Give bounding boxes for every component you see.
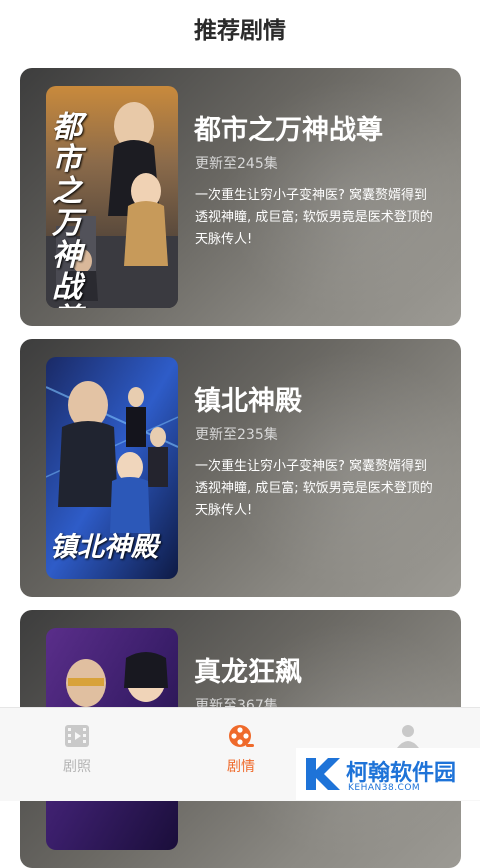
tab-label: 剧情: [227, 759, 255, 775]
drama-poster[interactable]: 都市之万神战尊: [46, 86, 178, 308]
drama-description: 一次重生让穷小子变神医? 窝囊赘婿得到透视神瞳, 成巨富; 软饭男竟是医术登顶的…: [195, 188, 433, 247]
drama-card[interactable]: 都市之万神战尊 都市之万神战尊 更新至245集 一次重生让穷小子变神医? 窝囊赘…: [20, 68, 461, 326]
poster-title-art: 镇北神殿: [50, 532, 158, 563]
drama-card[interactable]: 镇北神殿 镇北神殿 更新至235集 一次重生让穷小子变神医? 窝囊赘婿得到透视神…: [20, 339, 461, 597]
film-icon: [65, 725, 89, 747]
drama-description: 一次重生让穷小子变神医? 窝囊赘婿得到透视神瞳, 成巨富; 软饭男竟是医术登顶的…: [195, 459, 433, 518]
episode-status: 更新至245集: [195, 156, 278, 172]
episode-status: 更新至235集: [195, 427, 278, 443]
tab-plot[interactable]: 剧情: [201, 722, 281, 776]
profile-icon: [397, 725, 419, 748]
drama-title: 镇北神殿: [194, 386, 302, 417]
tab-stills[interactable]: 剧照: [37, 722, 117, 776]
watermark-url: KEHAN38.COM: [348, 783, 421, 793]
kehan-logo-icon: [306, 758, 340, 790]
site-watermark: 柯翰软件园 KEHAN38.COM: [296, 748, 480, 800]
poster-title-art: 都市之万神战尊: [52, 110, 82, 309]
page-title: 推荐剧情: [194, 18, 286, 44]
drama-poster[interactable]: 镇北神殿: [46, 357, 178, 579]
drama-title: 真龙狂飙: [194, 657, 302, 688]
film-reel-icon: [229, 725, 254, 747]
tab-label: 剧照: [63, 759, 91, 775]
drama-title: 都市之万神战尊: [194, 115, 383, 146]
